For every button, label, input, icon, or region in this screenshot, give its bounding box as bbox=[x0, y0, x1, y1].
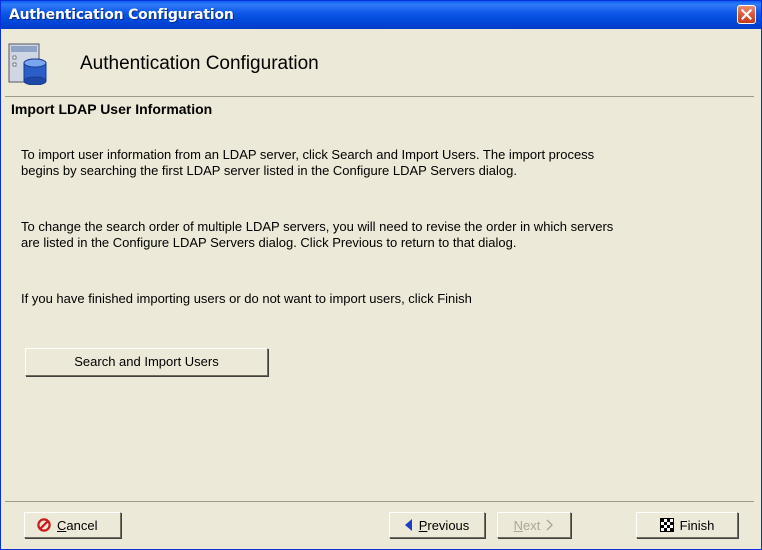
title-bar[interactable]: Authentication Configuration bbox=[1, 1, 761, 29]
header-title: Authentication Configuration bbox=[80, 53, 319, 74]
instruction-paragraph-2: To change the search order of multiple L… bbox=[21, 219, 614, 250]
cancel-icon bbox=[37, 518, 51, 532]
wizard-header: Authentication Configuration bbox=[5, 33, 754, 96]
next-button[interactable]: Next bbox=[497, 512, 571, 538]
previous-label: Previous bbox=[418, 517, 470, 533]
section-header: Import LDAP User Information bbox=[5, 96, 754, 124]
left-arrow-icon bbox=[404, 519, 412, 531]
next-label: Next bbox=[513, 517, 541, 533]
right-chevron-icon bbox=[546, 519, 554, 531]
section-title: Import LDAP User Information bbox=[11, 101, 213, 117]
finish-button[interactable]: Finish bbox=[636, 512, 738, 538]
content-panel: To import user information from an LDAP … bbox=[5, 123, 754, 502]
checkered-flag-icon bbox=[659, 518, 674, 532]
close-icon bbox=[741, 9, 752, 20]
cancel-label: Cancel bbox=[57, 517, 98, 533]
instruction-paragraph-3: If you have finished importing users or … bbox=[21, 291, 472, 306]
window-title: Authentication Configuration bbox=[9, 7, 234, 23]
cancel-button[interactable]: Cancel bbox=[24, 512, 121, 538]
finish-label: Finish bbox=[679, 517, 715, 533]
previous-button[interactable]: Previous bbox=[389, 512, 485, 538]
close-button[interactable] bbox=[737, 5, 756, 24]
search-and-import-users-button[interactable]: Search and Import Users bbox=[25, 348, 268, 376]
instruction-paragraph-1: To import user information from an LDAP … bbox=[21, 147, 595, 178]
server-database-icon bbox=[8, 43, 47, 85]
